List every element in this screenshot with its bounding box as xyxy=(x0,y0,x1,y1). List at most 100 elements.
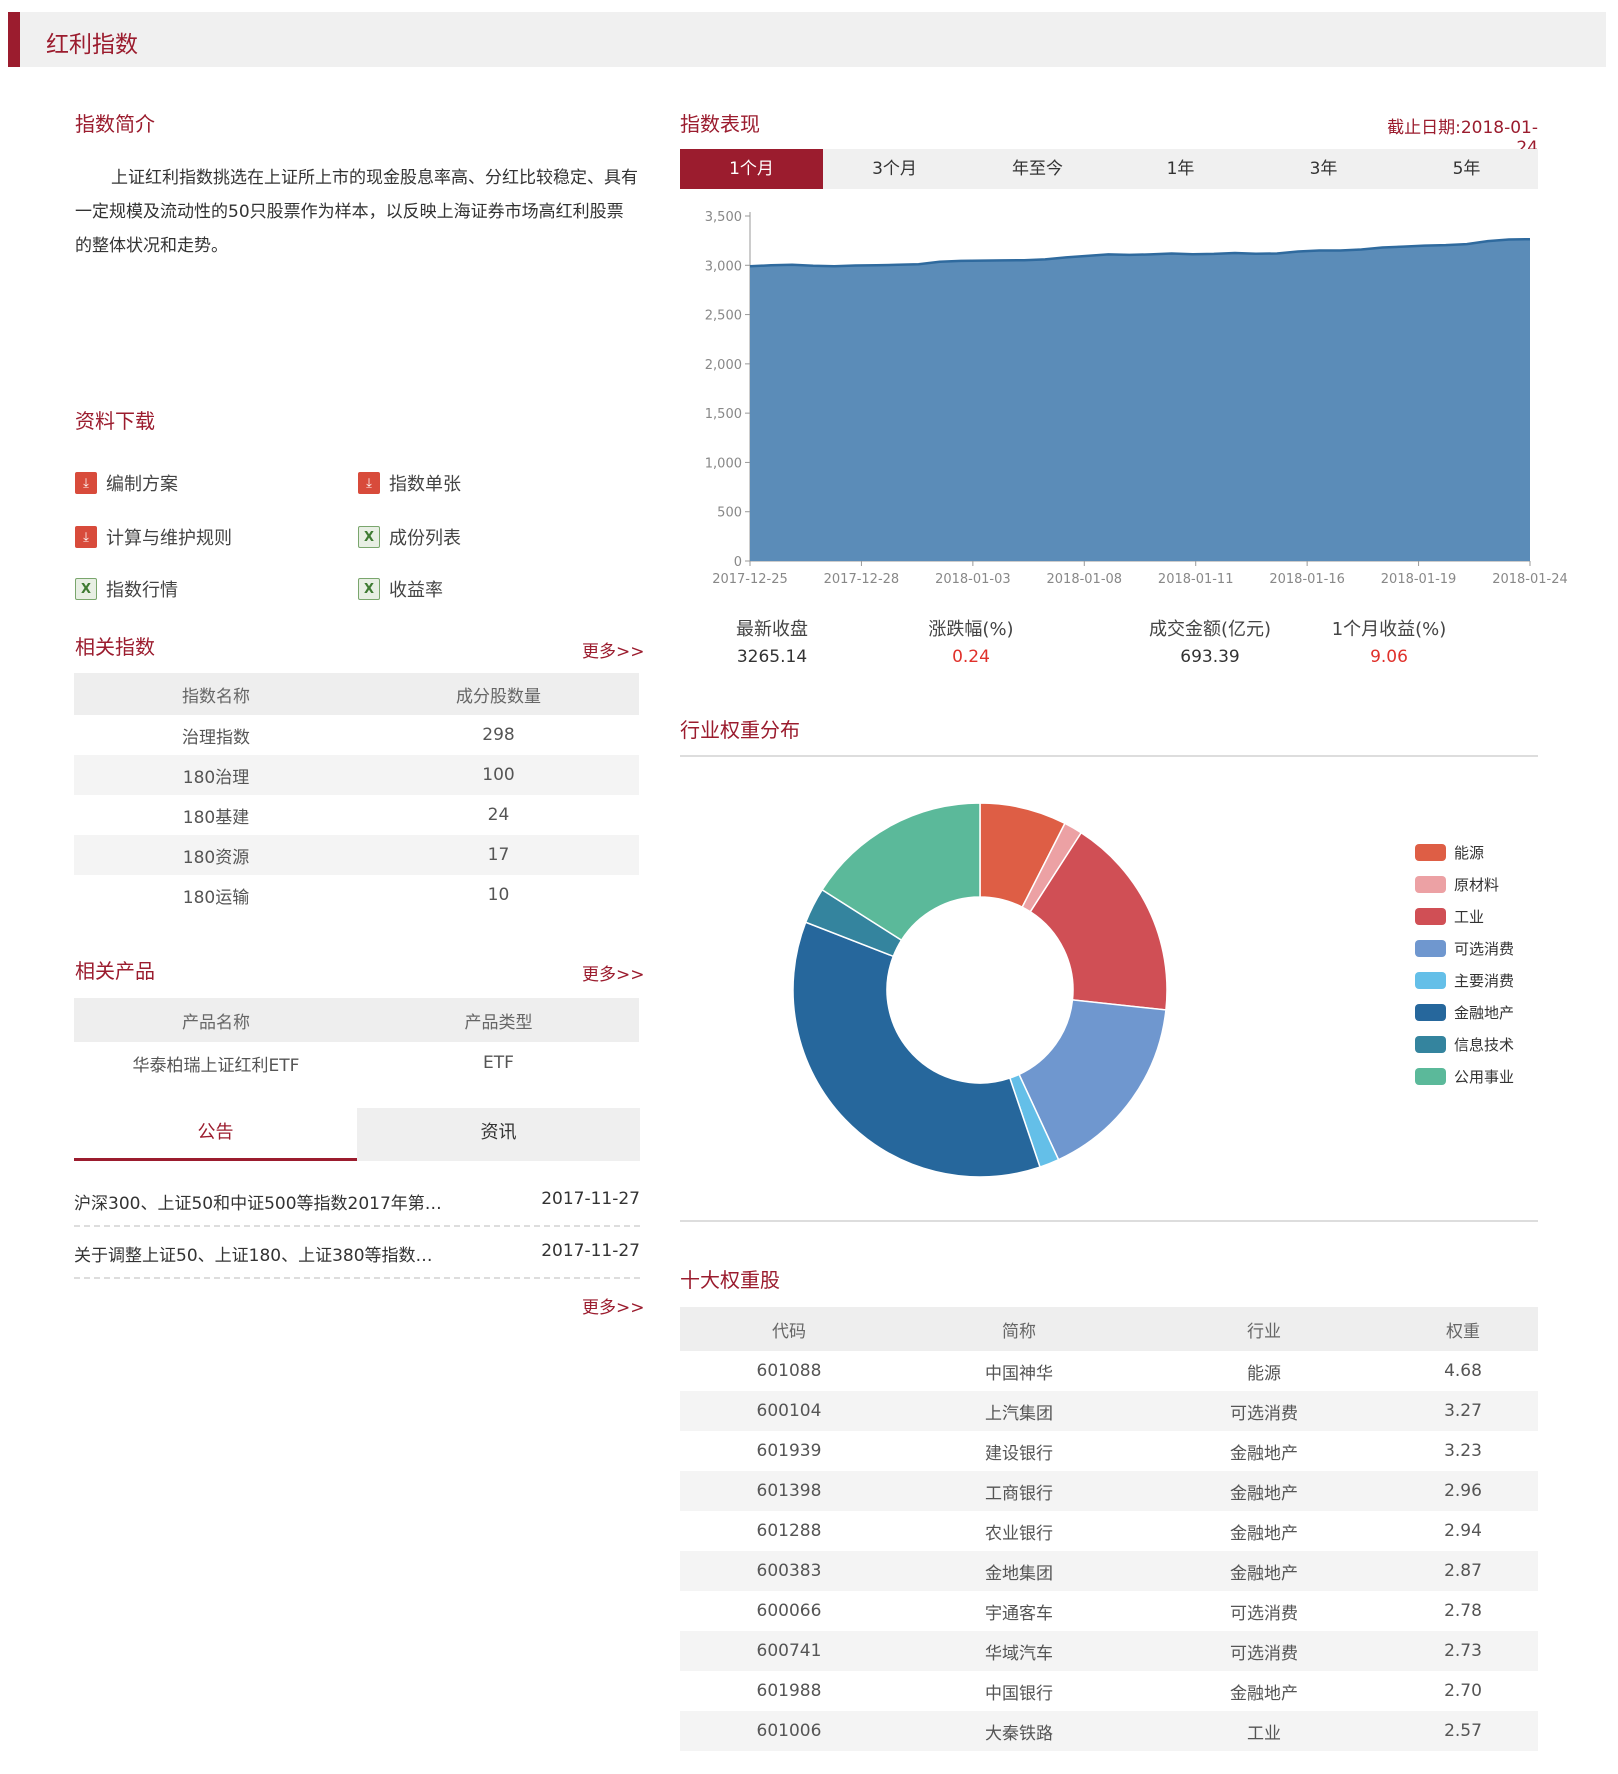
download-label: 收益率 xyxy=(389,580,443,601)
y-tick-label: 2,000 xyxy=(705,358,742,373)
table-row[interactable]: 601939 建设银行 金融地产 3.23 xyxy=(680,1431,1538,1471)
related-index-title: 相关指数 xyxy=(75,635,155,659)
constituent-count: 10 xyxy=(487,885,510,905)
x-tick-label: 2017-12-28 xyxy=(824,572,900,587)
stock-name[interactable]: 中国银行 xyxy=(898,1671,1140,1711)
excel-icon: X xyxy=(358,526,380,548)
legend-label: 能源 xyxy=(1454,843,1485,862)
x-tick-label: 2017-12-25 xyxy=(712,572,788,587)
legend-item[interactable]: 公用事业 xyxy=(1415,1060,1514,1092)
pdf-icon: ⤓ xyxy=(75,472,97,494)
x-tick-label: 2018-01-16 xyxy=(1269,572,1345,587)
stock-name[interactable]: 华域汽车 xyxy=(898,1631,1140,1671)
news-title[interactable]: 关于调整上证50、上证180、上证380等指数… xyxy=(74,1241,433,1266)
stock-name[interactable]: 上汽集团 xyxy=(898,1391,1140,1431)
related-index-more-link[interactable]: 更多>> xyxy=(582,637,645,662)
stock-name[interactable]: 宇通客车 xyxy=(898,1591,1140,1631)
divider xyxy=(680,1220,1538,1222)
intro-title: 指数简介 xyxy=(75,112,155,136)
download-calc-rules[interactable]: ⤓ 计算与维护规则 xyxy=(75,524,232,550)
download-label: 指数单张 xyxy=(389,474,461,495)
tab-3-months[interactable]: 3个月 xyxy=(823,149,966,189)
column-header: 产品名称 xyxy=(74,998,358,1042)
x-tick-label: 2018-01-11 xyxy=(1158,572,1234,587)
tab-news[interactable]: 资讯 xyxy=(357,1108,640,1161)
tab-ytd[interactable]: 年至今 xyxy=(966,149,1109,189)
download-index-sheet[interactable]: ⤓ 指数单张 xyxy=(358,470,461,496)
download-constituents[interactable]: X 成份列表 xyxy=(358,524,461,550)
table-row[interactable]: 600383 金地集团 金融地产 2.87 xyxy=(680,1551,1538,1591)
table-row[interactable]: 600066 宇通客车 可选消费 2.78 xyxy=(680,1591,1538,1631)
download-quotes[interactable]: X 指数行情 xyxy=(75,576,178,602)
legend-swatch xyxy=(1415,1067,1446,1085)
index-name[interactable]: 180资源 xyxy=(74,835,358,875)
tab-3-years[interactable]: 3年 xyxy=(1252,149,1395,189)
legend-item[interactable]: 信息技术 xyxy=(1415,1028,1514,1060)
stock-industry: 金融地产 xyxy=(1230,1523,1298,1544)
period-tabs: 1个月 3个月 年至今 1年 3年 5年 xyxy=(680,149,1538,189)
related-index-table: 指数名称 成分股数量 治理指数 298 180治理 100 180基建 24 1… xyxy=(74,673,639,915)
table-row[interactable]: 治理指数 298 xyxy=(74,715,639,755)
index-name[interactable]: 治理指数 xyxy=(74,715,358,755)
legend-swatch xyxy=(1415,1035,1446,1053)
legend-item[interactable]: 主要消费 xyxy=(1415,964,1514,996)
tab-5-years[interactable]: 5年 xyxy=(1395,149,1538,189)
news-more-link[interactable]: 更多>> xyxy=(582,1293,645,1318)
tab-1-year[interactable]: 1年 xyxy=(1109,149,1252,189)
index-name[interactable]: 180治理 xyxy=(74,755,358,795)
legend-item[interactable]: 金融地产 xyxy=(1415,996,1514,1028)
stat-value-close: 3265.14 xyxy=(736,647,808,667)
table-row[interactable]: 601988 中国银行 金融地产 2.70 xyxy=(680,1671,1538,1711)
list-item[interactable]: 关于调整上证50、上证180、上证380等指数… 2017-11-27 xyxy=(74,1237,640,1279)
donut-slice-金融地产[interactable] xyxy=(792,921,1041,1178)
stock-industry: 工业 xyxy=(1140,1711,1388,1751)
stock-code: 601939 xyxy=(756,1441,822,1461)
list-item[interactable]: 沪深300、上证50和中证500等指数2017年第… 2017-11-27 xyxy=(74,1185,640,1227)
product-name[interactable]: 华泰柏瑞上证红利ETF xyxy=(74,1042,358,1084)
table-row[interactable]: 180资源 17 xyxy=(74,835,639,875)
column-header: 行业 xyxy=(1140,1307,1388,1351)
y-tick-label: 1,500 xyxy=(705,407,742,422)
legend-item[interactable]: 工业 xyxy=(1415,900,1514,932)
stock-industry: 金融地产 xyxy=(1230,1683,1298,1704)
index-name[interactable]: 180运输 xyxy=(74,875,358,915)
related-products-table: 产品名称 产品类型 华泰柏瑞上证红利ETF ETF xyxy=(74,998,639,1084)
download-returns[interactable]: X 收益率 xyxy=(358,576,443,602)
y-tick-label: 0 xyxy=(734,555,742,570)
area-fill xyxy=(750,239,1530,561)
stock-industry: 金融地产 xyxy=(1230,1443,1298,1464)
related-products-title: 相关产品 xyxy=(75,959,155,983)
table-row[interactable]: 601088 中国神华 能源 4.68 xyxy=(680,1351,1538,1391)
table-row[interactable]: 600741 华域汽车 可选消费 2.73 xyxy=(680,1631,1538,1671)
stock-name[interactable]: 中国神华 xyxy=(898,1351,1140,1391)
table-row[interactable]: 600104 上汽集团 可选消费 3.27 xyxy=(680,1391,1538,1431)
stock-name[interactable]: 工商银行 xyxy=(898,1471,1140,1511)
table-row[interactable]: 601398 工商银行 金融地产 2.96 xyxy=(680,1471,1538,1511)
download-compilation-plan[interactable]: ⤓ 编制方案 xyxy=(75,470,178,496)
stock-code: 601006 xyxy=(680,1711,898,1751)
table-row[interactable]: 180基建 24 xyxy=(74,795,639,835)
table-row[interactable]: 华泰柏瑞上证红利ETF ETF xyxy=(74,1042,639,1084)
tab-announcements[interactable]: 公告 xyxy=(74,1108,357,1161)
stock-name[interactable]: 农业银行 xyxy=(898,1511,1140,1551)
legend-item[interactable]: 可选消费 xyxy=(1415,932,1514,964)
legend-swatch xyxy=(1415,875,1446,893)
legend-item[interactable]: 原材料 xyxy=(1415,868,1514,900)
stock-name[interactable]: 大秦铁路 xyxy=(898,1711,1140,1751)
table-row[interactable]: 601006 大秦铁路 工业 2.57 xyxy=(680,1711,1538,1751)
tab-1-month[interactable]: 1个月 xyxy=(680,149,823,189)
legend-item[interactable]: 能源 xyxy=(1415,836,1514,868)
x-tick-label: 2018-01-03 xyxy=(935,572,1011,587)
stock-name[interactable]: 建设银行 xyxy=(898,1431,1140,1471)
related-products-more-link[interactable]: 更多>> xyxy=(582,960,645,985)
index-name[interactable]: 180基建 xyxy=(74,795,358,835)
table-row[interactable]: 180治理 100 xyxy=(74,755,639,795)
stock-name[interactable]: 金地集团 xyxy=(898,1551,1140,1591)
table-row[interactable]: 180运输 10 xyxy=(74,875,639,915)
y-tick-label: 1,000 xyxy=(705,456,742,471)
download-label: 编制方案 xyxy=(106,474,178,495)
constituent-count: 298 xyxy=(482,725,515,745)
table-row[interactable]: 601288 农业银行 金融地产 2.94 xyxy=(680,1511,1538,1551)
news-title[interactable]: 沪深300、上证50和中证500等指数2017年第… xyxy=(74,1189,442,1214)
industry-donut-chart xyxy=(792,802,1168,1178)
